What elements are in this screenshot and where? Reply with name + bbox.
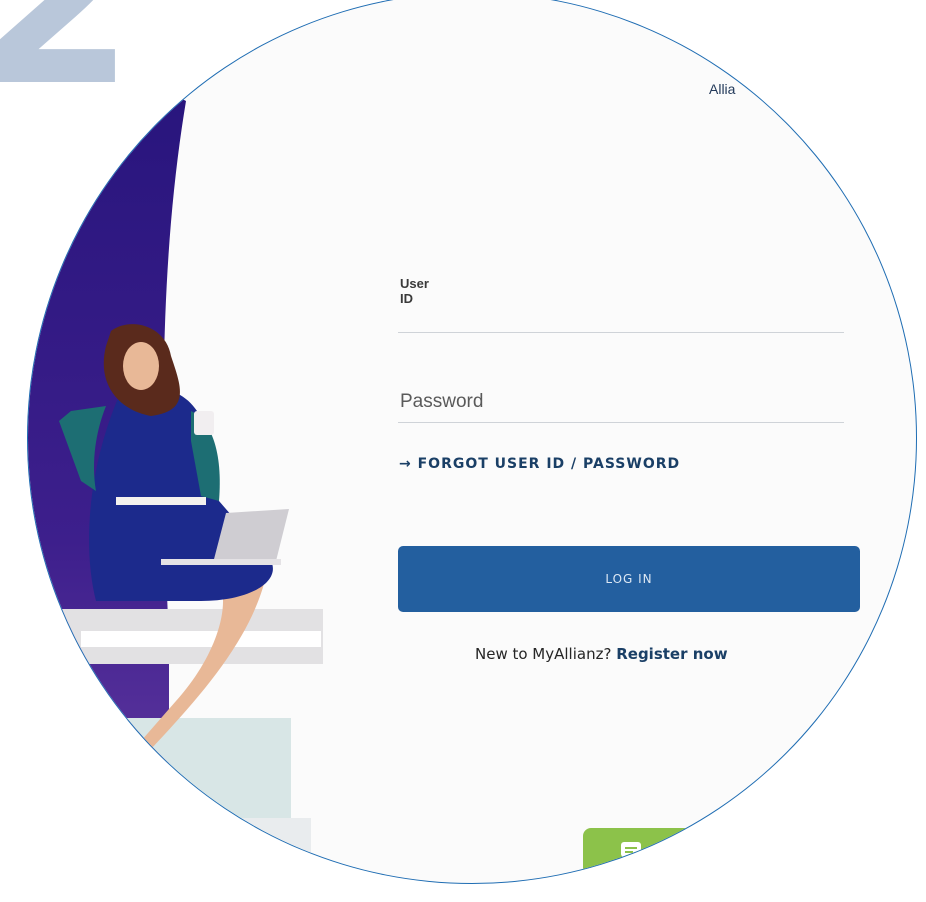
zoom-circle: Allia User ID → FORGOT USER ID / PASSWOR… [27, 0, 917, 884]
cabinet [121, 718, 291, 818]
woman-dress [89, 387, 273, 601]
login-button[interactable]: LOG IN [398, 546, 860, 612]
illustration [28, 15, 323, 883]
chat-button[interactable] [583, 828, 723, 883]
userid-field[interactable] [398, 299, 848, 333]
password-underline [398, 422, 844, 423]
brand-name: Allia [709, 81, 736, 97]
coffee-cup [194, 411, 214, 435]
chat-bubble-icon [621, 842, 641, 868]
register-prompt: New to MyAllianz? [475, 645, 612, 663]
register-row: New to MyAllianz? Register now [475, 645, 728, 663]
userid-underline [398, 332, 844, 333]
forgot-password-link[interactable]: → FORGOT USER ID / PASSWORD [399, 456, 680, 472]
password-field[interactable] [398, 384, 848, 420]
register-link[interactable]: Register now [616, 645, 727, 663]
